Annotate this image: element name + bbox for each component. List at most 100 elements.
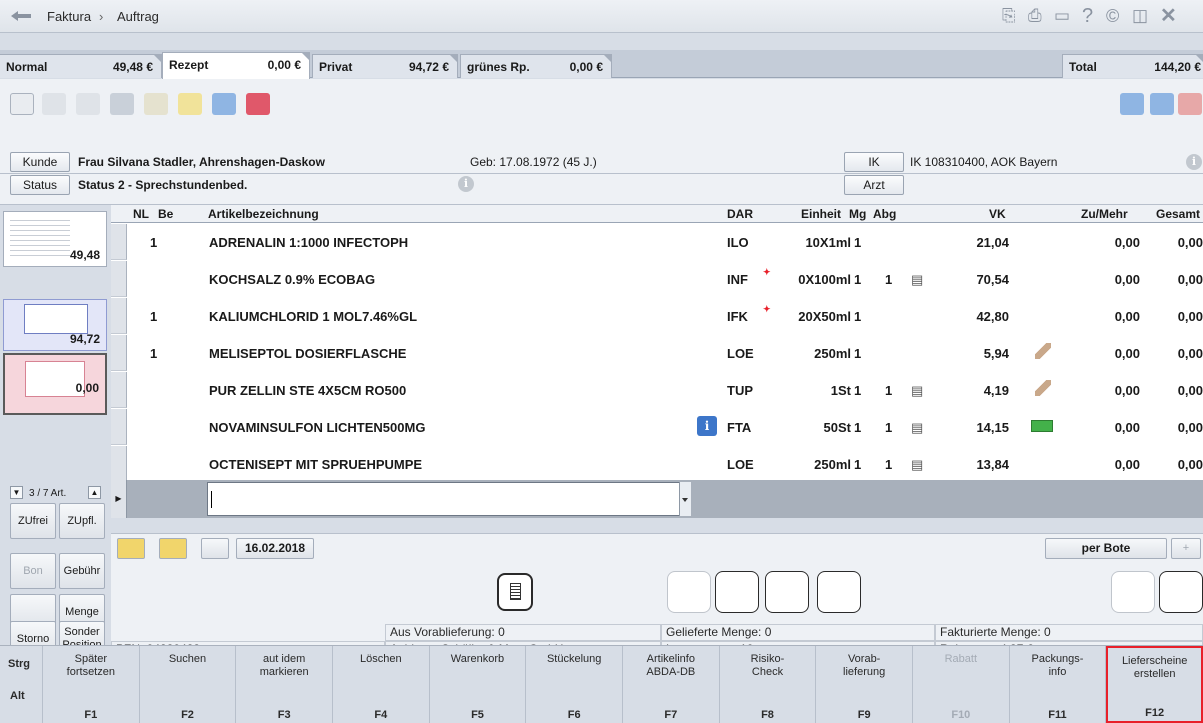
delivery-note-icon[interactable]: ▤ <box>911 457 923 473</box>
row-selector[interactable] <box>111 446 127 482</box>
table-row[interactable]: 1 KALIUMCHLORID 1 MOL7.46%GL IFK 20X50ml 1 42… <box>127 298 1203 334</box>
fkey-f4[interactable]: Löschen F4 <box>333 646 430 723</box>
transfer-icon[interactable] <box>1159 571 1203 613</box>
header-vk[interactable]: VK <box>989 207 1006 221</box>
delivery-note-icon[interactable]: ▤ <box>911 420 923 436</box>
document-icon[interactable]: ⎘ <box>1002 7 1016 25</box>
notes-icon[interactable] <box>497 573 533 611</box>
card-e-icon[interactable] <box>1178 93 1202 115</box>
delivery-note-icon[interactable]: ▤ <box>911 272 923 288</box>
fkey-f5[interactable]: Warenkorb F5 <box>430 646 527 723</box>
add-icon[interactable]: + <box>1171 538 1201 559</box>
card-v-icon[interactable] <box>1150 93 1174 115</box>
delivery-note-icon[interactable]: ▤ <box>911 383 923 399</box>
breadcrumb-app[interactable]: Faktura <box>47 9 91 24</box>
receipt-normal-card[interactable]: 49,48 <box>3 211 107 267</box>
header-be[interactable]: Be <box>158 207 173 221</box>
header-zu-mehr[interactable]: Zu/Mehr <box>1081 207 1128 221</box>
window-icon[interactable]: ◫ <box>1132 7 1148 25</box>
row-selector[interactable] <box>111 298 127 334</box>
article-dropdown-button[interactable] <box>679 482 691 516</box>
gebuehr-button[interactable]: Gebühr <box>59 553 105 589</box>
kunde-button[interactable]: Kunde <box>10 152 70 172</box>
people-icon[interactable] <box>110 93 134 115</box>
handshake-icon[interactable] <box>42 93 66 115</box>
tab-gruenes-rp[interactable]: grünes Rp. 0,00 € <box>460 54 612 78</box>
header-dar[interactable]: DAR <box>727 207 753 221</box>
fkey-f3[interactable]: aut idem markieren F3 <box>236 646 333 723</box>
zufrei-button[interactable]: ZUfrei <box>10 503 56 539</box>
print-icon[interactable]: ⎙ <box>1028 7 1042 25</box>
child-icon[interactable] <box>715 571 759 613</box>
table-row[interactable]: 1 ADRENALIN 1:1000 INFECTOPH ILO 10X1ml 1 21,… <box>127 224 1203 260</box>
article-info-icon[interactable]: i <box>697 416 717 436</box>
row-selector[interactable] <box>111 335 127 371</box>
monitor-icon[interactable]: ▭ <box>1054 7 1070 25</box>
row-selector[interactable] <box>111 261 127 297</box>
fkey-f2[interactable]: Suchen F2 <box>140 646 237 723</box>
table-row[interactable]: KOCHSALZ 0.9% ECOBAG INF 0X100ml 1 1 70,54 0,0… <box>127 261 1203 297</box>
receipt-rezept-card[interactable]: 0,00 <box>3 353 107 415</box>
fkey-f10[interactable]: Rabatt F10 <box>913 646 1010 723</box>
row-selector[interactable] <box>111 372 127 408</box>
row-selector[interactable] <box>111 224 127 260</box>
pushpin-icon[interactable] <box>246 93 270 115</box>
help-icon[interactable]: ? <box>1082 6 1093 26</box>
fkey-f8[interactable]: Risiko- Check F8 <box>720 646 817 723</box>
customer-card-icon[interactable] <box>212 93 236 115</box>
fkey-f6[interactable]: Stückelung F6 <box>526 646 623 723</box>
status-info-icon[interactable]: i <box>458 176 474 192</box>
fkey-f7[interactable]: Artikelinfo ABDA-DB F7 <box>623 646 720 723</box>
ik-button[interactable]: IK <box>844 152 904 172</box>
table-row[interactable]: 1 MELISEPTOL DOSIERFLASCHE LOE 250ml 1 5,94 0,… <box>127 335 1203 371</box>
bon-button[interactable]: Bon <box>10 553 56 589</box>
header-mg[interactable]: Mg <box>849 207 866 221</box>
thermometer-icon[interactable] <box>765 571 809 613</box>
zupfl-button[interactable]: ZUpfl. <box>59 503 105 539</box>
order-export-icon[interactable] <box>117 538 145 559</box>
header-artikel[interactable]: Artikelbezeichnung <box>208 207 319 221</box>
order-import-icon[interactable] <box>159 538 187 559</box>
fkey-f11[interactable]: Packungs-info F11 <box>1010 646 1107 723</box>
keyboard-icon[interactable] <box>10 93 34 115</box>
row-selector[interactable] <box>111 409 127 445</box>
header-abg[interactable]: Abg <box>873 207 896 221</box>
card-z-icon[interactable] <box>1120 93 1144 115</box>
pencil-icon[interactable] <box>1035 343 1051 359</box>
status-button[interactable]: Status <box>10 175 70 195</box>
pipette-icon[interactable] <box>817 571 861 613</box>
scroll-down-button[interactable]: ▼ <box>10 486 23 499</box>
cell-artikel: KALIUMCHLORID 1 MOL7.46%GL <box>209 309 418 324</box>
cart-icon[interactable] <box>76 93 100 115</box>
table-row[interactable]: NOVAMINSULFON LICHTEN500MG FTA 50St 1 1 14,15… <box>127 409 1203 445</box>
header-gesamt[interactable]: Gesamt <box>1156 207 1200 221</box>
header-nl[interactable]: NL <box>133 207 149 221</box>
order-cancel-icon[interactable] <box>201 538 229 559</box>
scroll-up-button[interactable]: ▲ <box>88 486 101 499</box>
arzt-button[interactable]: Arzt <box>844 175 904 195</box>
table-row[interactable]: OCTENISEPT MIT SPRUEHPUMPE LOE 250ml 1 1 13,8… <box>127 446 1203 482</box>
receipt-privat-card[interactable]: 94,72 <box>3 299 107 351</box>
fkey-f1[interactable]: Später fortsetzen F1 <box>43 646 140 723</box>
back-arrow-icon[interactable] <box>10 9 32 23</box>
close-icon[interactable]: ✕ <box>1160 6 1177 26</box>
burst-icon[interactable] <box>178 93 202 115</box>
percent-icon[interactable] <box>144 93 168 115</box>
header-einheit[interactable]: Einheit <box>801 207 841 221</box>
tab-rezept[interactable]: Rezept 0,00 € <box>162 52 310 79</box>
order-date[interactable]: 16.02.2018 <box>236 538 314 559</box>
gender-icon[interactable] <box>667 571 711 613</box>
table-row[interactable]: PUR ZELLIN STE 4X5CM RO500 TUP 1St 1 1 4,19 0,… <box>127 372 1203 408</box>
cell-mg: 1 <box>854 309 862 324</box>
delivery-mode-button[interactable]: per Bote <box>1045 538 1167 559</box>
article-search-input[interactable] <box>207 482 691 516</box>
fkey-f9[interactable]: Vorab-lieferung F9 <box>816 646 913 723</box>
recycle-icon[interactable] <box>1111 571 1155 613</box>
info-icon[interactable]: i <box>1186 154 1202 170</box>
copyright-icon[interactable]: © <box>1106 7 1119 25</box>
cell-vk: 42,80 <box>976 309 1009 324</box>
fkey-f12[interactable]: Lieferscheine erstellen F12 <box>1106 646 1203 723</box>
pencil-icon[interactable] <box>1035 380 1051 396</box>
tab-normal[interactable]: Normal 49,48 € <box>0 54 162 78</box>
tab-privat[interactable]: Privat 94,72 € <box>312 54 458 78</box>
